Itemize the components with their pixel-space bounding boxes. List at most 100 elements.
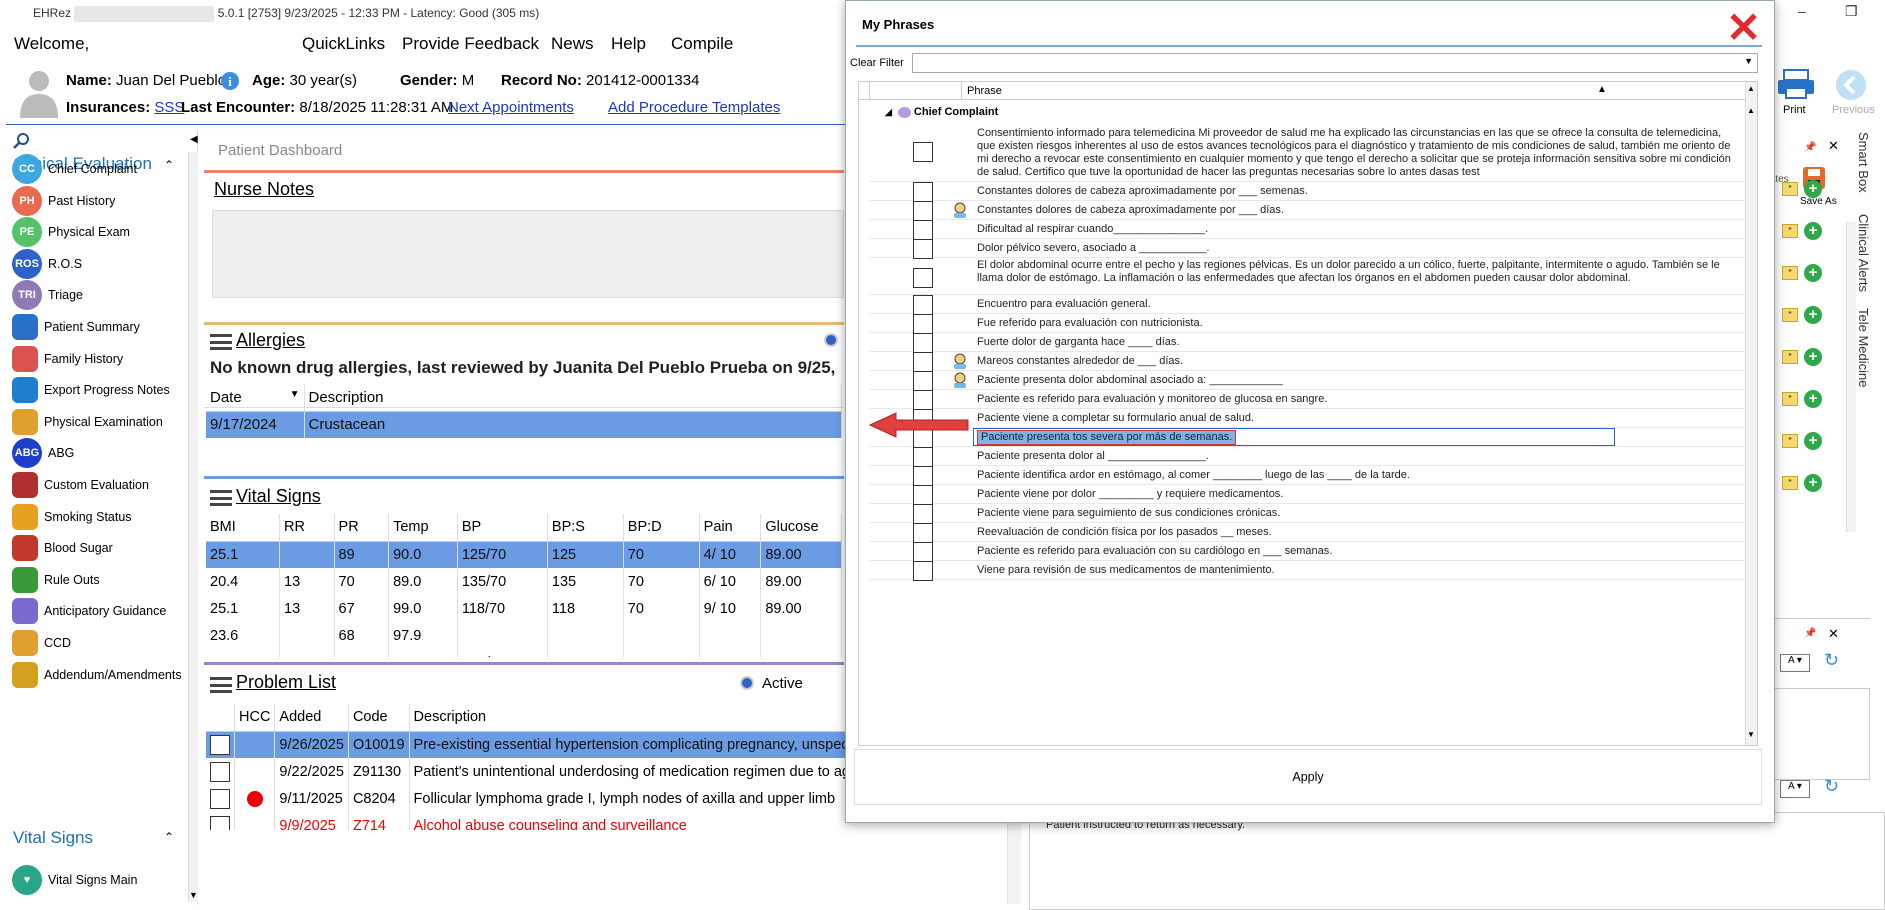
sidebar-item-patient-summary[interactable]: Patient Summary <box>12 310 140 344</box>
row-checkbox[interactable] <box>210 815 230 830</box>
sidebar-item-abg[interactable]: ABG ABG <box>12 436 74 470</box>
phrase-row[interactable]: Encuentro para evaluación general. <box>869 295 1749 315</box>
phrase-checkbox[interactable] <box>913 447 933 467</box>
allergies-title[interactable]: Allergies <box>236 330 305 351</box>
previous-icon[interactable] <box>1834 68 1868 102</box>
tab-tele-medicine[interactable]: Tele Medicine <box>1856 308 1871 388</box>
main-scrollbar[interactable] <box>1007 816 1021 904</box>
col-header-pain[interactable]: Pain <box>699 514 762 542</box>
table-row[interactable]: 9/17/2024 Crustacean <box>206 411 842 438</box>
phrase-checkbox[interactable] <box>913 220 933 240</box>
phrase-checkbox[interactable] <box>913 239 933 259</box>
tab-smart-box[interactable]: Smart Box <box>1856 132 1871 193</box>
phrase-row[interactable]: Constantes dolores de cabeza aproximadam… <box>869 182 1749 202</box>
add-icon[interactable]: + <box>1804 432 1822 450</box>
table-row[interactable]: 23.6 68 97.9 <box>206 622 842 649</box>
scroll-up-icon[interactable]: ▲ <box>1747 106 1755 115</box>
phrase-checkbox[interactable] <box>913 561 933 581</box>
sidebar-item-vital-signs-main[interactable]: ♥ Vital Signs Main <box>12 863 137 897</box>
row-checkbox[interactable] <box>210 734 230 755</box>
radio-button[interactable] <box>824 333 838 347</box>
quote-icon[interactable]: " <box>1782 182 1798 196</box>
scroll-down-icon[interactable]: ▼ <box>1747 730 1755 739</box>
close-icon[interactable]: ✕ <box>1828 626 1839 642</box>
sidebar-item-past-history[interactable]: PH Past History <box>12 184 115 218</box>
add-icon[interactable]: + <box>1804 348 1822 366</box>
add-icon[interactable]: + <box>1804 474 1822 492</box>
nurse-notes-area[interactable] <box>212 210 844 298</box>
phrase-checkbox[interactable] <box>913 201 933 221</box>
sidebar-item-addendum-amendments[interactable]: Addendum/Amendments <box>12 658 182 692</box>
row-checkbox[interactable] <box>210 788 230 809</box>
menu-icon[interactable] <box>210 334 232 350</box>
phrase-row[interactable]: Consentimiento informado para telemedici… <box>869 126 1749 182</box>
menu-provide-feedback[interactable]: Provide Feedback <box>402 34 539 54</box>
phrase-row[interactable]: Fue referido para evaluación con nutrici… <box>869 314 1749 334</box>
quote-icon[interactable]: " <box>1782 224 1798 238</box>
sidebar-item-chief-complaint[interactable]: CC Chief Complaint <box>12 152 137 186</box>
sidebar-item-anticipatory-guidance[interactable]: Anticipatory Guidance <box>12 594 166 628</box>
close-icon[interactable]: ✕ <box>1828 138 1839 154</box>
col-header-rr[interactable]: RR <box>279 514 335 542</box>
vital-signs-title[interactable]: Vital Signs <box>236 486 321 507</box>
sidebar-scrollbar[interactable] <box>188 152 198 902</box>
printer-icon[interactable] <box>1776 68 1816 100</box>
close-icon[interactable]: ✕ <box>1726 7 1761 49</box>
phrase-row[interactable]: El dolor abdominal ocurre entre el pecho… <box>869 258 1749 295</box>
next-appointments-link[interactable]: Next Appointments <box>448 99 574 116</box>
col-header-select[interactable] <box>206 704 235 732</box>
col-header-bp-d[interactable]: BP:D <box>623 514 700 542</box>
phrase-checkbox[interactable] <box>913 142 933 162</box>
note-box[interactable] <box>1760 688 1870 780</box>
minimize-button[interactable]: – <box>1798 3 1806 19</box>
table-row[interactable]: 9/9/2025 Z714 Alcohol abuse counseling and… <box>206 812 856 830</box>
menu-icon[interactable] <box>210 677 232 693</box>
apply-button[interactable]: Apply <box>854 749 1762 805</box>
collapse-arrow-icon[interactable]: ◀ <box>190 134 198 145</box>
add-icon[interactable]: + <box>1804 222 1822 240</box>
phrase-checkbox[interactable] <box>913 371 933 391</box>
active-radio[interactable] <box>740 676 754 690</box>
add-icon[interactable]: + <box>1804 390 1822 408</box>
phrase-row[interactable]: Paciente presenta tos severa por más de … <box>869 428 1749 448</box>
section-vital-signs[interactable]: Vital Signs <box>13 828 93 848</box>
quote-icon[interactable]: " <box>1782 266 1798 280</box>
phrase-row[interactable]: Fuerte dolor de garganta hace ____ días. <box>869 333 1749 353</box>
col-header-glucose[interactable]: Glucose <box>760 514 842 542</box>
phrase-row[interactable]: Viene para revisión de sus medicamentos … <box>869 561 1749 581</box>
refresh-icon[interactable]: ↻ <box>1824 650 1839 671</box>
quote-icon[interactable]: " <box>1782 434 1798 448</box>
table-row[interactable]: 25.1 89 90.0 125/70 125 70 4/ 10 89.00 <box>206 541 842 568</box>
save-as-label[interactable]: Save As <box>1800 196 1837 207</box>
phrase-row[interactable]: Paciente es referido para evaluación y m… <box>869 390 1749 410</box>
quote-icon[interactable]: " <box>1782 308 1798 322</box>
phrase-row[interactable]: Dificultad al respirar cuando___________… <box>869 220 1749 240</box>
table-row[interactable]: 9/22/2025 Z91130 Patient's unintentional u… <box>206 758 856 785</box>
sidebar-item-physical-exam[interactable]: PE Physical Exam <box>12 215 130 249</box>
sidebar-item-export-progress-notes[interactable]: Export Progress Notes <box>12 373 170 407</box>
add-icon[interactable]: + <box>1804 264 1822 282</box>
sidebar-item-r-o-s[interactable]: ROS R.O.S <box>12 247 82 281</box>
phrase-row[interactable]: Paciente es referido para evaluación con… <box>869 542 1749 562</box>
row-checkbox[interactable] <box>210 761 230 782</box>
insurance-link[interactable]: SSS <box>154 99 184 116</box>
pin-icon[interactable]: 📌 <box>1804 142 1816 153</box>
phrase-row[interactable]: Paciente viene a completar su formulario… <box>869 409 1749 429</box>
phrase-checkbox[interactable] <box>913 333 933 353</box>
phrase-row[interactable]: Constantes dolores de cabeza aproximadam… <box>869 201 1749 221</box>
col-header-bp-s[interactable]: BP:S <box>547 514 624 542</box>
sidebar-item-rule-outs[interactable]: Rule Outs <box>12 563 100 597</box>
add-icon[interactable]: + <box>1804 306 1822 324</box>
phrase-checkbox[interactable] <box>913 390 933 410</box>
col-header-bmi[interactable]: BMI <box>206 514 280 542</box>
phrase-row[interactable]: Paciente presenta dolor al _____________… <box>869 447 1749 467</box>
table-row[interactable]: 20.4 13 70 89.0 135/70 135 70 6/ 10 89.00 <box>206 568 842 595</box>
clear-filter-button[interactable]: Clear Filter <box>850 57 904 69</box>
menu-help[interactable]: Help <box>611 34 646 54</box>
font-dropdown[interactable]: A ▾ <box>1780 780 1810 798</box>
previous-label[interactable]: Previous <box>1832 104 1875 116</box>
phrase-checkbox[interactable] <box>913 352 933 372</box>
phrase-checkbox[interactable] <box>913 466 933 486</box>
quote-icon[interactable]: " <box>1782 476 1798 490</box>
sidebar-item-triage[interactable]: TRI Triage <box>12 278 83 312</box>
